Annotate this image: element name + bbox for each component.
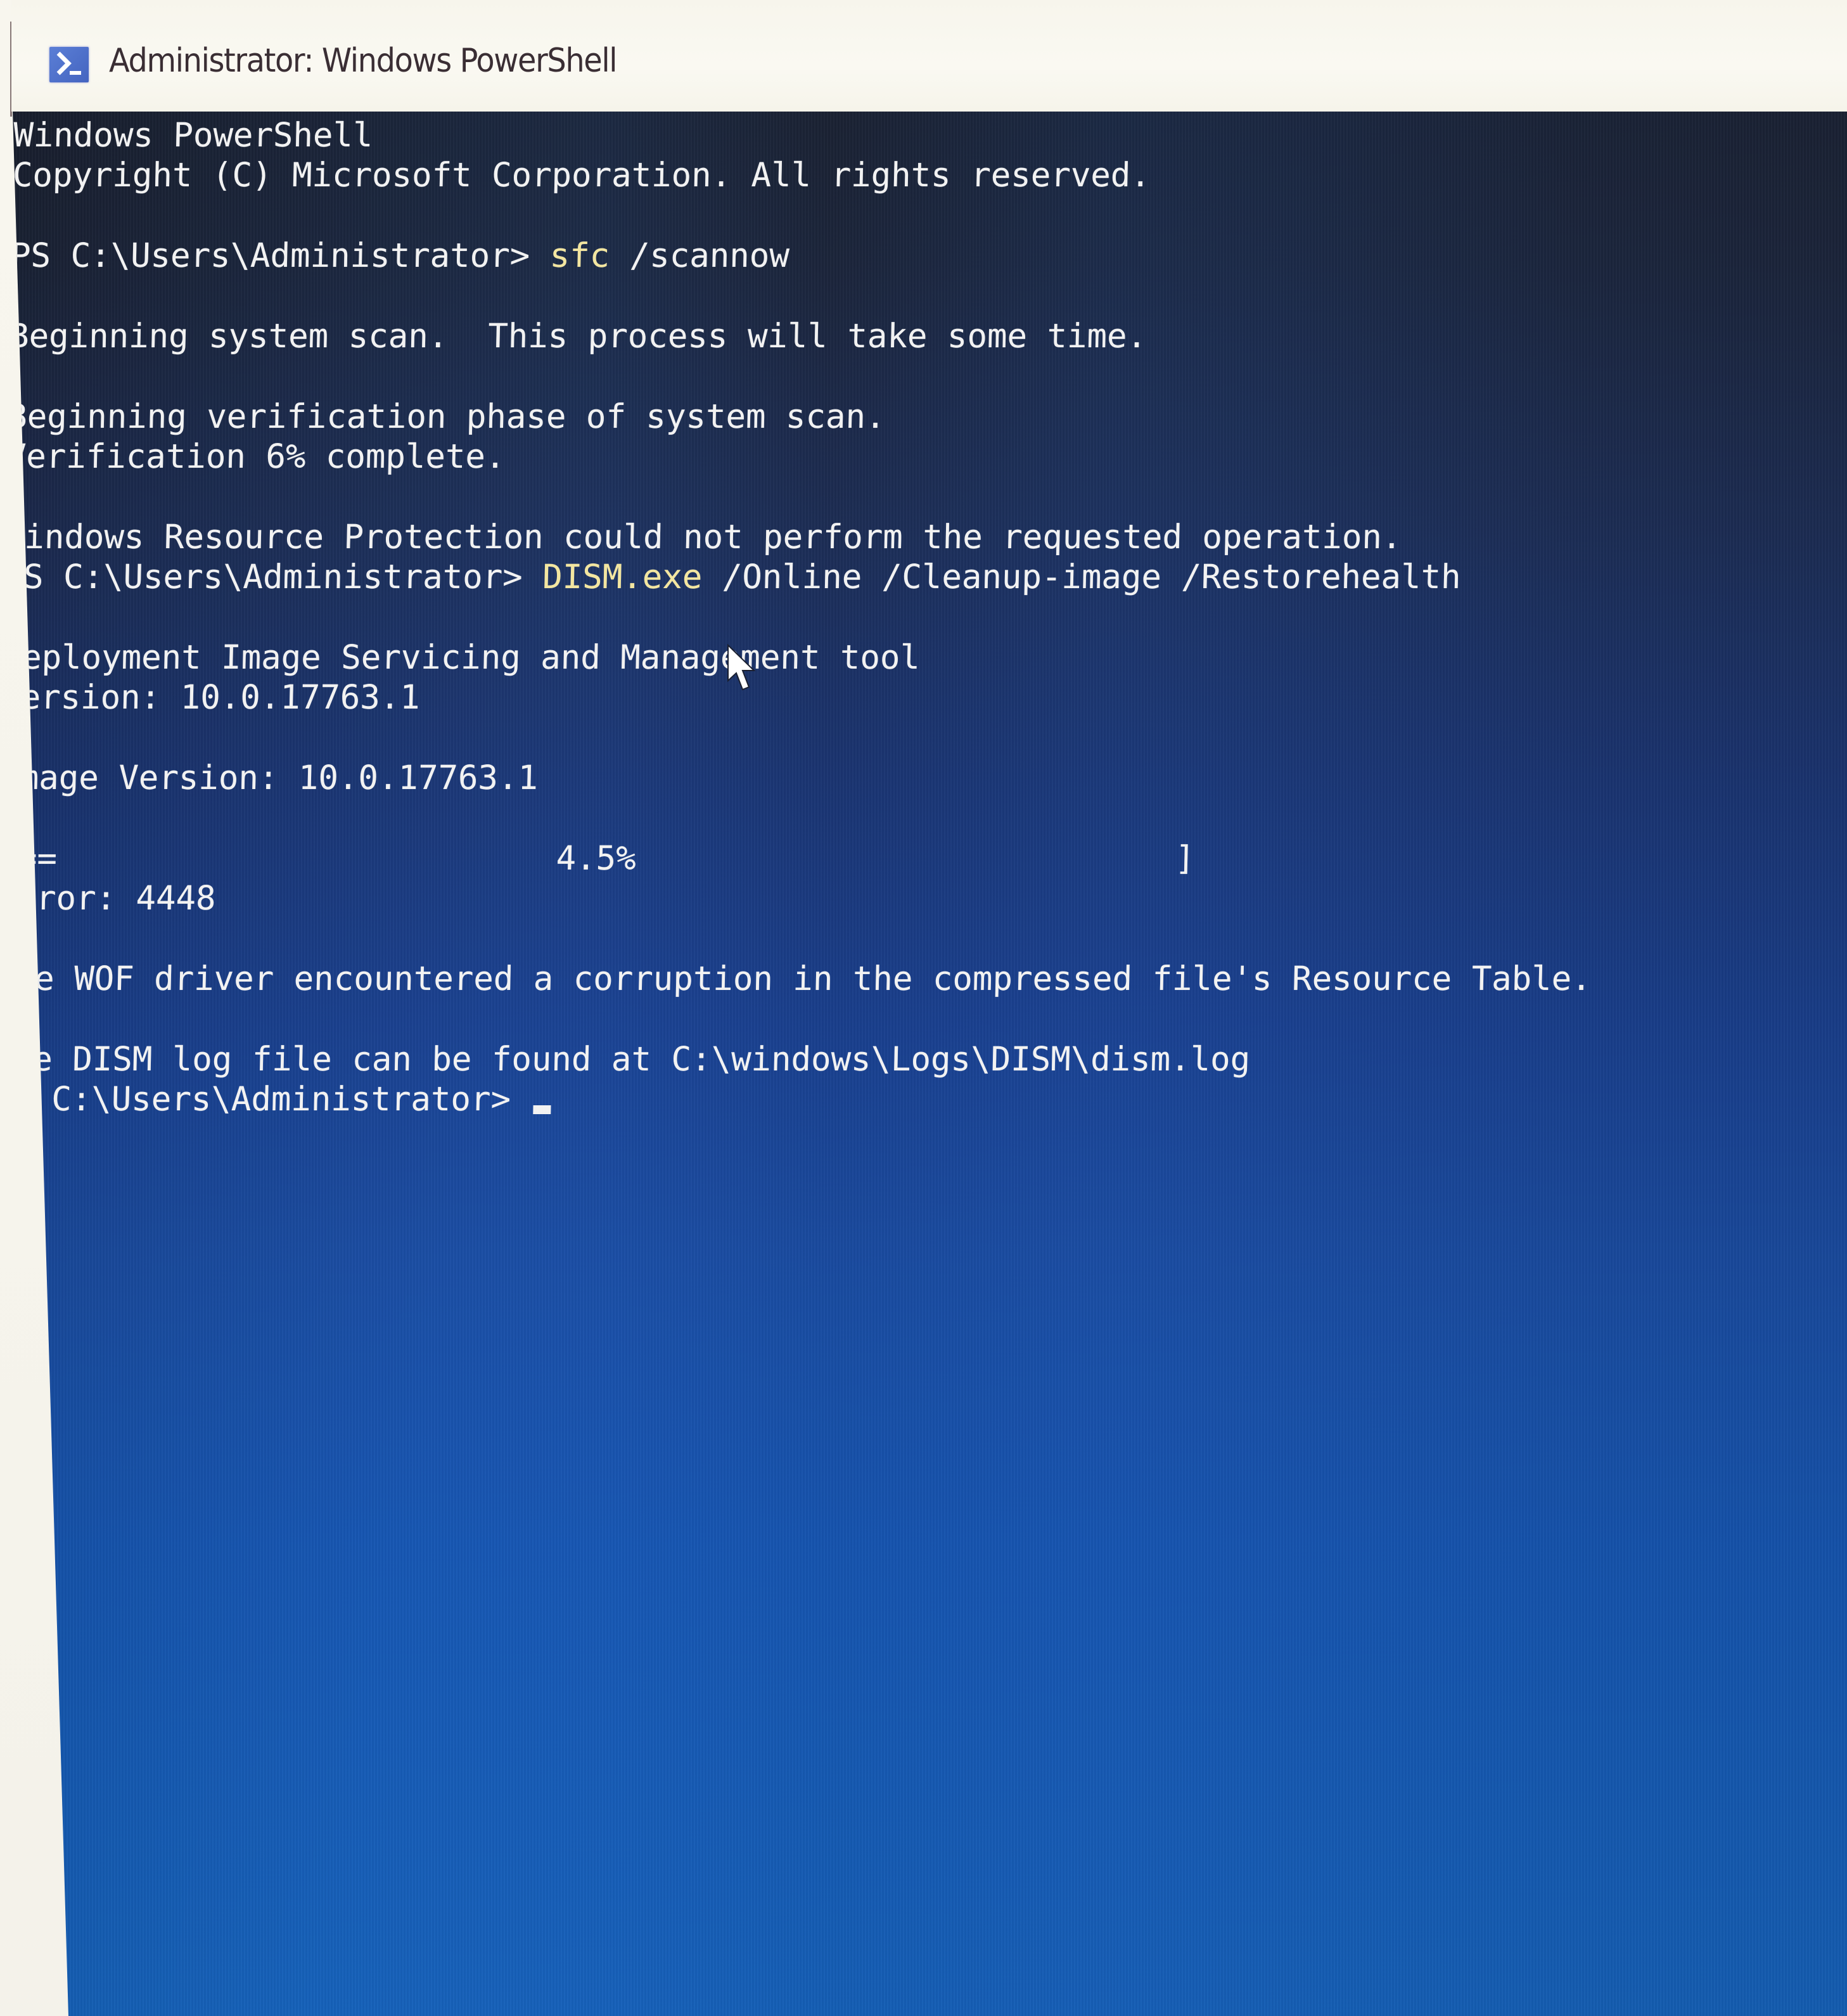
text-cursor[interactable] [532,1105,551,1115]
console-output-line: Beginning verification phase of system s… [6,397,886,436]
console-output-line: Error: 4448 [0,879,217,918]
prompt-text: PS C:\Users\Administrator> [10,236,551,276]
prompt-text: PS C:\Users\Administrator> [3,558,543,597]
title-bar[interactable]: Administrator: Windows PowerShell [11,0,1847,112]
command-args: /scannow [609,236,790,276]
console-output-line: Beginning system scan. This process will… [8,316,1147,356]
console-output-line: The DISM log file can be found at C:\win… [0,1039,1251,1079]
console-prompt-line: PS C:\Users\Administrator> [0,1079,1589,1119]
dism-progress-bar: [== 4.5% ] [0,839,1196,878]
console-output-line: Deployment Image Servicing and Managemen… [1,638,921,677]
console-output-area[interactable]: Windows PowerShell Copyright (C) Microsof… [0,112,1847,2016]
console-output-line: The WOF driver encountered a corruption … [0,960,1592,999]
console-output-line: Windows Resource Protection could not pe… [4,517,1403,556]
console-output-line: Windows PowerShell [13,116,374,155]
window-title: Administrator: Windows PowerShell [109,42,618,80]
command-name: sfc [549,236,610,276]
command-args: /Online /Cleanup-image /Restorehealth [701,558,1462,597]
console-prompt-line: PS C:\Users\Administrator> DISM.exe /Onl… [3,557,1601,597]
console-output-line: Image Version: 10.0.17763.1 [0,759,539,798]
photo-of-screen: Administrator: Windows PowerShell Window… [0,0,1847,2016]
console-output-line: Version: 10.0.17763.1 [0,678,421,717]
console-text[interactable]: Windows PowerShell Copyright (C) Microsof… [0,115,1611,1120]
console-prompt-line: PS C:\Users\Administrator> sfc /scannow [10,236,1608,276]
command-name: DISM.exe [542,558,703,597]
console-output-line: Copyright (C) Microsoft Corporation. All… [12,156,1151,195]
prompt-text: PS C:\Users\Administrator> [0,1080,532,1119]
arrow-cursor-icon [727,644,756,691]
console-output-line: Verification 6% complete. [6,437,506,477]
powershell-icon [49,47,89,82]
